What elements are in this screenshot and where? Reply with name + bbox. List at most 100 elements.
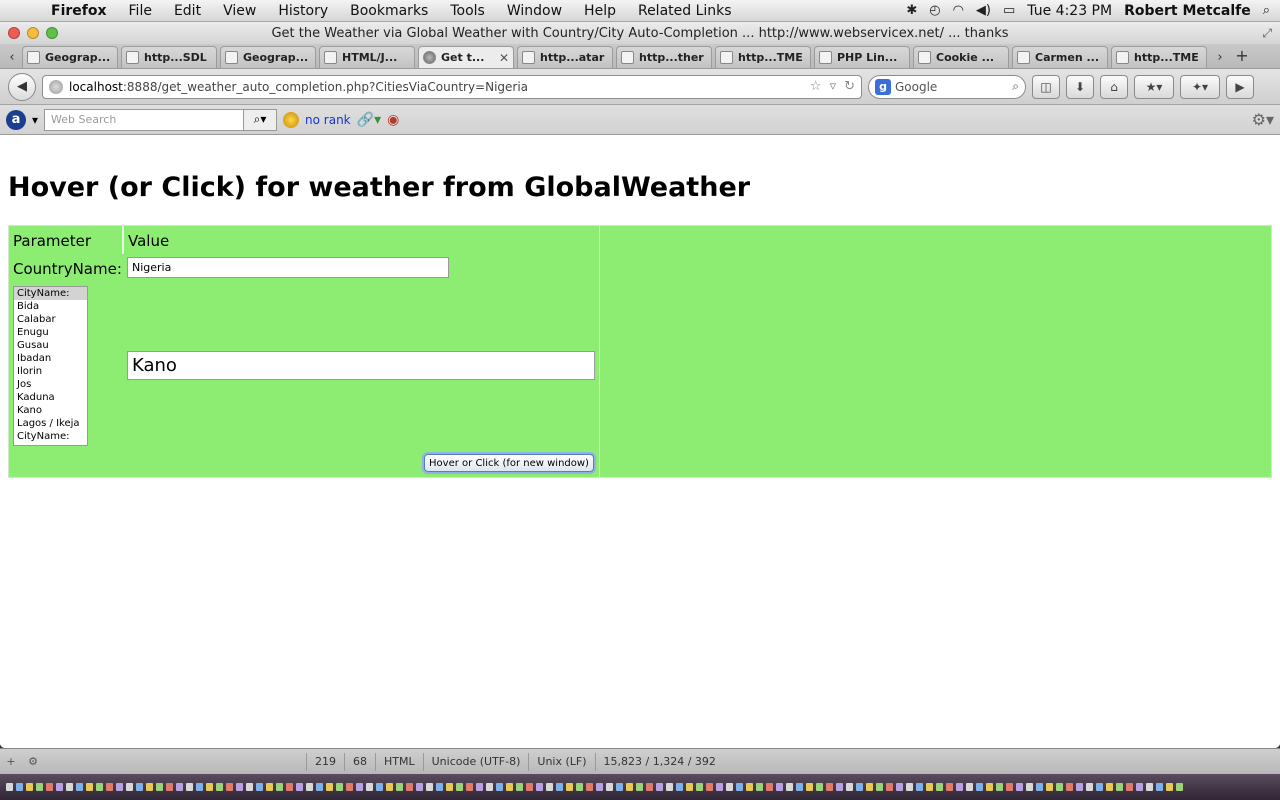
fullscreen-icon[interactable]: ⤢ [1262,26,1272,41]
dock-app-icon[interactable] [836,783,843,791]
dock-app-icon[interactable] [556,783,563,791]
dock-app-icon[interactable] [36,783,43,791]
battery-icon[interactable]: ▭ [1003,3,1015,18]
status-encoding[interactable]: Unicode (UTF-8) [422,752,529,771]
dock-app-icon[interactable] [296,783,303,791]
status-line[interactable]: 219 [306,752,344,771]
dock-app-icon[interactable] [666,783,673,791]
dock-app-icon[interactable] [1136,783,1143,791]
downloads-button[interactable]: ⬇ [1066,74,1094,99]
dock-app-icon[interactable] [56,783,63,791]
web-search-input[interactable]: Web Search [44,108,245,131]
dock-app-icon[interactable] [366,783,373,791]
dock-app-icon[interactable] [916,783,923,791]
dock-app-icon[interactable] [346,783,353,791]
dock-app-icon[interactable] [966,783,973,791]
dock-app-icon[interactable] [266,783,273,791]
dock-app-icon[interactable] [696,783,703,791]
dock-app-icon[interactable] [236,783,243,791]
back-button[interactable]: ◀ [8,72,36,101]
dock-app-icon[interactable] [686,783,693,791]
dock-app-icon[interactable] [636,783,643,791]
dock-app-icon[interactable] [496,783,503,791]
city-option[interactable]: CityName: [14,287,87,300]
dock-app-icon[interactable] [586,783,593,791]
url-bar[interactable]: localhost:8888/get_weather_auto_completi… [42,74,862,99]
city-option[interactable]: Bida [14,300,87,313]
dock-app-icon[interactable] [896,783,903,791]
tab-7[interactable]: http...TME [715,46,811,68]
dock-app-icon[interactable] [826,783,833,791]
dock-app-icon[interactable] [616,783,623,791]
dock-app-icon[interactable] [6,783,13,791]
menu-history[interactable]: History [267,3,339,19]
status-syntax[interactable]: HTML [375,752,423,771]
tab-10[interactable]: Carmen ... [1012,46,1108,68]
amazon-icon[interactable]: a [6,109,26,130]
menu-app[interactable]: Firefox [40,3,118,19]
dock-app-icon[interactable] [1026,783,1033,791]
dock-app-icon[interactable] [866,783,873,791]
country-name-input[interactable] [127,257,449,278]
bluetooth-icon[interactable]: ✱ [906,3,917,18]
menubar-clock[interactable]: Tue 4:23 PM [1027,3,1112,19]
minimize-window-button[interactable] [27,27,39,39]
city-option[interactable]: Gusau [14,339,87,352]
dock-app-icon[interactable] [776,783,783,791]
close-window-button[interactable] [8,27,20,39]
link-icon[interactable]: 🔗▾ [357,112,381,128]
city-option[interactable]: Kano [14,404,87,417]
extension-menu-button[interactable]: ✦▾ [1180,74,1220,99]
dock-app-icon[interactable] [86,783,93,791]
search-icon[interactable]: ⌕ [1012,79,1019,94]
hover-or-click-button[interactable]: Hover or Click (for new window) [424,454,594,472]
spotlight-icon[interactable]: ⌕ [1263,3,1270,18]
dock-app-icon[interactable] [906,783,913,791]
dock-app-icon[interactable] [186,783,193,791]
dock-app-icon[interactable] [486,783,493,791]
tab-4-active[interactable]: Get t... ✕ [418,46,514,68]
dock-app-icon[interactable] [876,783,883,791]
dock-app-icon[interactable] [706,783,713,791]
dock-app-icon[interactable] [1086,783,1093,791]
tab-6[interactable]: http...ther [616,46,712,68]
bookmarks-menu-button[interactable]: ★▾ [1134,74,1174,99]
add-icon[interactable]: + [0,755,22,768]
dock-app-icon[interactable] [76,783,83,791]
dock-app-icon[interactable] [206,783,213,791]
dock-app-icon[interactable] [436,783,443,791]
dock-app-icon[interactable] [426,783,433,791]
new-tab-button[interactable]: + [1230,46,1254,68]
dock-app-icon[interactable] [476,783,483,791]
menu-related-links[interactable]: Related Links [627,3,743,19]
firebug-button[interactable]: ▶ [1226,74,1254,99]
tab-9[interactable]: Cookie ... [913,46,1009,68]
dock-app-icon[interactable] [516,783,523,791]
dock-app-icon[interactable] [406,783,413,791]
search-bar[interactable]: g Google ⌕ [868,74,1026,99]
dock-app-icon[interactable] [226,783,233,791]
addon-button[interactable]: ◫ [1032,74,1060,99]
dock-app-icon[interactable] [976,783,983,791]
volume-icon[interactable]: ◀) [976,3,991,18]
zoom-window-button[interactable] [46,27,58,39]
dock-app-icon[interactable] [116,783,123,791]
dock-app-icon[interactable] [956,783,963,791]
dock-app-icon[interactable] [816,783,823,791]
city-option[interactable]: Ibadan [14,352,87,365]
dock-app-icon[interactable] [216,783,223,791]
site-identity-icon[interactable] [49,79,63,94]
tab-11[interactable]: http...TME [1111,46,1207,68]
dock-app-icon[interactable] [936,783,943,791]
menu-file[interactable]: File [118,3,163,19]
menu-help[interactable]: Help [573,3,627,19]
city-option[interactable]: Jos [14,378,87,391]
city-name-input[interactable] [127,351,595,380]
dock-app-icon[interactable] [746,783,753,791]
dock-app-icon[interactable] [786,783,793,791]
close-tab-icon[interactable]: ✕ [499,51,509,65]
dock-app-icon[interactable] [336,783,343,791]
dock-app-icon[interactable] [996,783,1003,791]
dock-app-icon[interactable] [376,783,383,791]
dock-app-icon[interactable] [286,783,293,791]
